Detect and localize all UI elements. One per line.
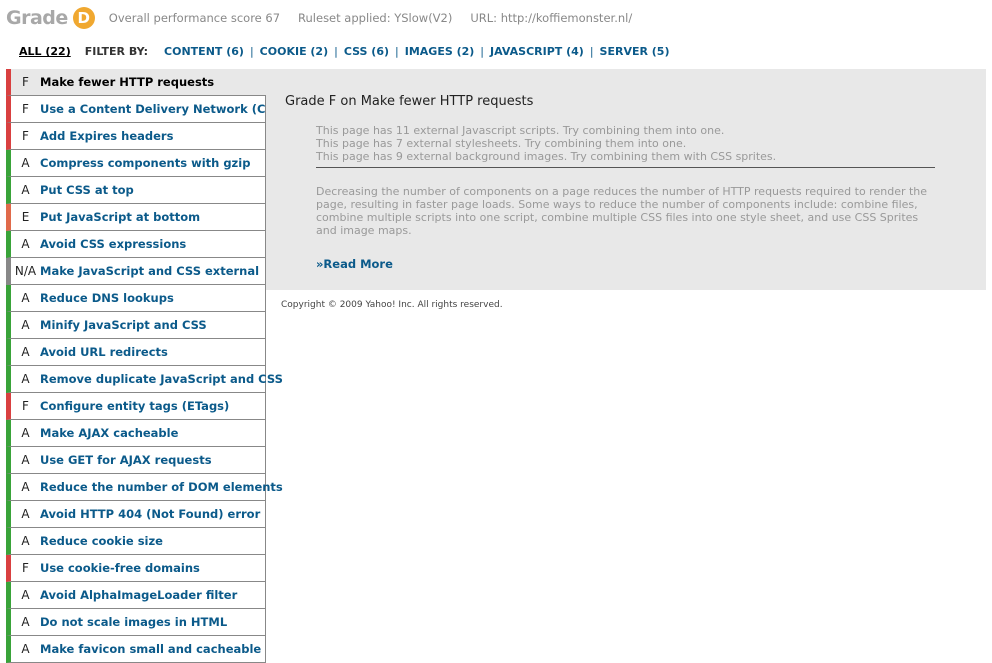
rule-title[interactable]: Add Expires headers [40, 129, 173, 143]
filter-javascript[interactable]: JAVASCRIPT (4) [484, 45, 590, 58]
rule-row[interactable]: F Use cookie-free domains [6, 555, 266, 582]
ruleset-applied: Ruleset applied: YSlow(V2) [298, 11, 453, 25]
rule-grade: A [21, 318, 30, 332]
rule-title[interactable]: Make favicon small and cacheable [40, 642, 261, 656]
rule-row[interactable]: F Use a Content Delivery Network (CDN) [6, 96, 290, 123]
rule-title[interactable]: Use cookie-free domains [40, 561, 200, 575]
rule-row[interactable]: A Avoid URL redirects [6, 339, 266, 366]
rule-title[interactable]: Use GET for AJAX requests [40, 453, 212, 467]
rule-grade: F [22, 561, 29, 575]
read-more-link[interactable]: »Read More [316, 257, 393, 271]
rule-row[interactable]: A Reduce cookie size [6, 528, 266, 555]
filter-all[interactable]: ALL (22) [19, 45, 71, 58]
rule-grade: A [21, 588, 30, 602]
rule-row[interactable]: A Reduce the number of DOM elements [6, 474, 283, 501]
rule-title[interactable]: Compress components with gzip [40, 156, 250, 170]
grade-badge: D [72, 7, 95, 29]
detail-messages: This page has 11 external Javascript scr… [316, 124, 776, 163]
rule-title[interactable]: Make JavaScript and CSS external [40, 264, 259, 278]
rule-grade: A [21, 426, 30, 440]
copyright: Copyright © 2009 Yahoo! Inc. All rights … [281, 300, 503, 310]
rule-grade: F [22, 129, 29, 143]
rule-row[interactable]: A Minify JavaScript and CSS [6, 312, 266, 339]
rule-row[interactable]: A Remove duplicate JavaScript and CSS [6, 366, 283, 393]
rule-row[interactable]: A Reduce DNS lookups [6, 285, 266, 312]
rule-grade: A [21, 534, 30, 548]
rule-title[interactable]: Reduce DNS lookups [40, 291, 174, 305]
rule-title[interactable]: Avoid CSS expressions [40, 237, 186, 251]
rule-row[interactable]: F Add Expires headers [6, 123, 266, 150]
rule-row[interactable]: A Make favicon small and cacheable [6, 636, 266, 663]
rule-grade: F [22, 75, 29, 89]
rule-row[interactable]: A Use GET for AJAX requests [6, 447, 266, 474]
rule-title[interactable]: Avoid URL redirects [40, 345, 168, 359]
rule-grade: F [22, 102, 29, 116]
rule-row[interactable]: A Avoid HTTP 404 (Not Found) error [6, 501, 266, 528]
rule-grade: A [21, 345, 30, 359]
rule-row[interactable]: F Make fewer HTTP requests [6, 69, 266, 96]
rule-row[interactable]: A Compress components with gzip [6, 150, 266, 177]
rule-grade: A [21, 237, 30, 251]
rule-detail-panel: Grade F on Make fewer HTTP requests This… [266, 69, 986, 290]
rule-title[interactable]: Avoid HTTP 404 (Not Found) error [40, 507, 260, 521]
rule-grade: A [21, 183, 30, 197]
rule-title[interactable]: Make AJAX cacheable [40, 426, 178, 440]
detail-message: This page has 11 external Javascript scr… [316, 124, 725, 137]
rule-row[interactable]: F Configure entity tags (ETags) [6, 393, 266, 420]
grade-label: Grade [6, 7, 68, 29]
overall-score: Overall performance score 67 [108, 11, 281, 25]
rule-title[interactable]: Minify JavaScript and CSS [40, 318, 207, 332]
rule-grade: A [21, 453, 30, 467]
rule-grade: N/A [14, 264, 37, 278]
filter-cookie[interactable]: COOKIE (2) [254, 45, 334, 58]
filter-css[interactable]: CSS (6) [338, 45, 395, 58]
rule-title[interactable]: Reduce cookie size [40, 534, 163, 548]
rule-title[interactable]: Do not scale images in HTML [40, 615, 227, 629]
detail-heading: Grade F on Make fewer HTTP requests [285, 94, 534, 109]
detail-description: Decreasing the number of components on a… [316, 185, 928, 237]
rule-grade: A [21, 480, 30, 494]
rule-title[interactable]: Remove duplicate JavaScript and CSS [40, 372, 283, 386]
report-header: Grade D Overall performance score 67 Rul… [6, 4, 632, 32]
rule-grade: A [21, 372, 30, 386]
filter-images[interactable]: IMAGES (2) [399, 45, 481, 58]
rule-title[interactable]: Put CSS at top [40, 183, 134, 197]
rule-row[interactable]: N/A Make JavaScript and CSS external [6, 258, 266, 285]
filter-content[interactable]: CONTENT (6) [158, 45, 250, 58]
rule-row[interactable]: A Avoid AlphaImageLoader filter [6, 582, 266, 609]
detail-message: This page has 9 external background imag… [316, 150, 777, 163]
rule-row[interactable]: A Do not scale images in HTML [6, 609, 266, 636]
rule-title[interactable]: Put JavaScript at bottom [40, 210, 200, 224]
filter-bar: ALL (22) FILTER BY: CONTENT (6) | COOKIE… [19, 45, 676, 58]
rule-grade: A [21, 156, 30, 170]
filter-by-label: FILTER BY: [84, 45, 149, 58]
rule-title[interactable]: Avoid AlphaImageLoader filter [40, 588, 237, 602]
filter-server[interactable]: SERVER (5) [594, 45, 676, 58]
rule-grade: E [21, 210, 30, 224]
rule-title[interactable]: Configure entity tags (ETags) [40, 399, 229, 413]
rule-list: F Make fewer HTTP requests F Use a Content … [6, 69, 290, 663]
page-url: URL: http://koffiemonster.nl/ [470, 11, 633, 25]
detail-message: This page has 7 external stylesheets. Tr… [316, 137, 687, 150]
rule-grade: A [21, 291, 30, 305]
rule-grade: A [21, 615, 30, 629]
rule-grade: A [21, 642, 30, 656]
rule-row[interactable]: A Make AJAX cacheable [6, 420, 266, 447]
rule-row[interactable]: E Put JavaScript at bottom [6, 204, 266, 231]
detail-divider [316, 167, 935, 168]
rule-grade: A [21, 507, 30, 521]
rule-title[interactable]: Make fewer HTTP requests [40, 75, 214, 89]
rule-row[interactable]: A Put CSS at top [6, 177, 266, 204]
rule-row[interactable]: A Avoid CSS expressions [6, 231, 266, 258]
rule-grade: F [22, 399, 29, 413]
rule-title[interactable]: Use a Content Delivery Network (CDN) [40, 102, 290, 116]
rule-title[interactable]: Reduce the number of DOM elements [40, 480, 283, 494]
